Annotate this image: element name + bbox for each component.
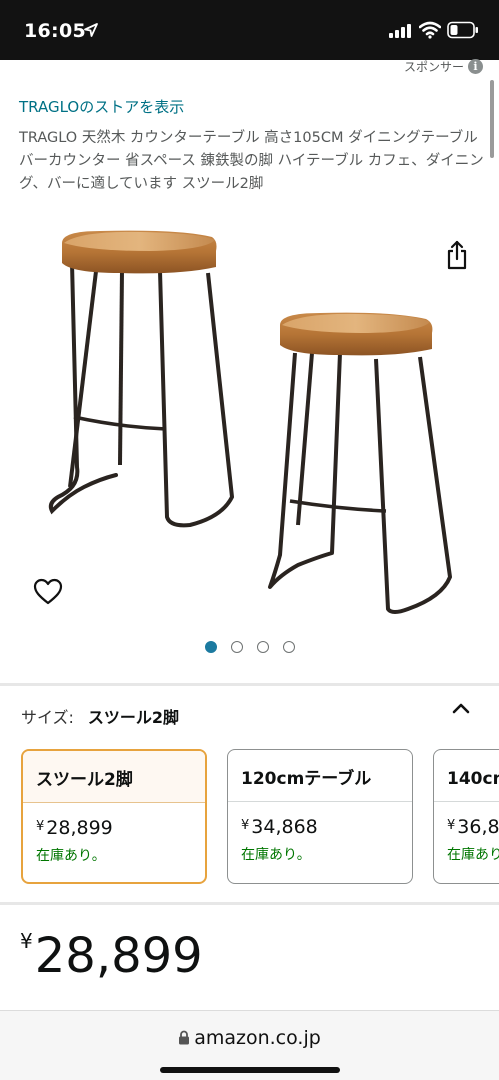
main-price: ¥28,899 [20, 928, 203, 984]
option-stock: 在庫あり。 [241, 847, 311, 863]
carousel-dot-4[interactable] [282, 641, 295, 653]
size-option-card[interactable]: 120cmテーブル ¥34,868 在庫あり。 [227, 749, 413, 884]
option-name: 120cmテーブル [228, 750, 412, 802]
location-arrow-icon [84, 23, 98, 37]
image-carousel-dots [0, 641, 499, 653]
section-divider [0, 902, 499, 905]
option-stock: 在庫あり。 [36, 848, 106, 864]
wifi-icon [419, 21, 441, 39]
section-divider [0, 683, 499, 686]
heart-icon[interactable] [33, 578, 63, 606]
sponsored-text: スポンサー [403, 60, 464, 74]
home-indicator[interactable] [160, 1067, 340, 1073]
browser-url-bar[interactable]: amazon.co.jp [0, 1010, 499, 1080]
url-text: amazon.co.jp [194, 1027, 321, 1049]
scrollbar[interactable] [490, 80, 494, 158]
battery-icon [447, 21, 478, 39]
currency-symbol: ¥ [20, 929, 33, 953]
size-label: サイズ: [21, 708, 74, 727]
option-price: ¥34,868 [241, 816, 318, 838]
store-link[interactable]: TRAGLOのストアを表示 [19, 96, 184, 117]
carousel-dot-3[interactable] [256, 641, 269, 653]
status-bar: 16:05 [0, 0, 499, 60]
size-option-card[interactable]: スツール2脚 ¥28,899 在庫あり。 [21, 749, 207, 884]
size-options: スツール2脚 ¥28,899 在庫あり。 120cmテーブル ¥34,868 在… [0, 749, 499, 885]
size-selector-header: サイズ: スツール2脚 [21, 704, 179, 728]
option-stock: 在庫あり。 [447, 847, 499, 863]
status-time: 16:05 [24, 20, 86, 42]
sponsored-label: スポンサー i [404, 58, 483, 75]
stool-right [268, 312, 452, 614]
lock-icon [179, 1030, 190, 1045]
size-option-card[interactable]: 140cmテーブル ¥36,8 在庫あり。 [433, 749, 499, 884]
option-name: スツール2脚 [23, 751, 205, 803]
option-price: ¥36,8 [447, 816, 499, 838]
cellular-signal-icon [389, 24, 411, 38]
chevron-up-icon[interactable] [450, 700, 472, 716]
size-value: スツール2脚 [87, 708, 180, 727]
option-name: 140cmテーブル [434, 750, 499, 802]
product-image[interactable] [40, 225, 460, 625]
option-price: ¥28,899 [36, 817, 113, 839]
product-title: TRAGLO 天然木 カウンターテーブル 高さ105CM ダイニングテーブル バ… [19, 130, 484, 192]
carousel-dot-2[interactable] [230, 641, 243, 653]
price-value: 28,899 [34, 928, 203, 984]
url-display[interactable]: amazon.co.jp [0, 1027, 499, 1049]
carousel-dot-1[interactable] [204, 641, 217, 653]
info-icon[interactable]: i [468, 59, 483, 74]
stool-left [48, 230, 234, 528]
